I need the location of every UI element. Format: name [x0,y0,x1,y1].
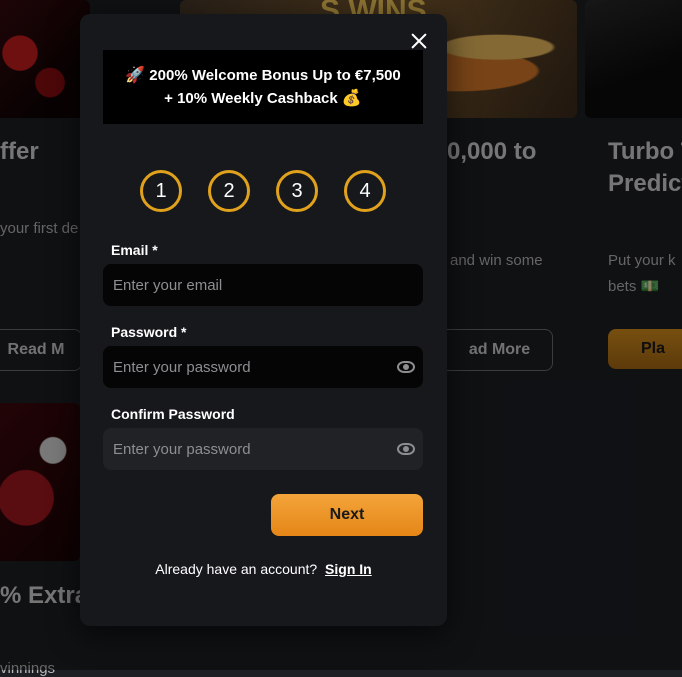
step-3: 3 [276,170,318,212]
bonus-headline: 200% Welcome Bonus Up to €7,500 [149,67,401,84]
close-icon[interactable] [410,32,428,50]
email-label: Email * [111,242,158,258]
confirm-password-field-container [103,428,423,470]
confirm-password-field[interactable] [111,439,391,459]
password-field-container [103,346,423,388]
account-prompt: Already have an account? [155,561,318,577]
sign-in-link[interactable]: Sign In [325,561,372,577]
password-label: Password * [111,324,187,340]
step-2: 2 [208,170,250,212]
show-confirm-password-eye-icon[interactable] [397,443,415,455]
step-indicator: 1 2 3 4 [140,170,386,212]
password-field[interactable] [111,357,391,377]
confirm-password-label: Confirm Password [111,406,235,422]
signin-row: Already have an account? Sign In [80,561,447,577]
show-password-eye-icon[interactable] [397,361,415,373]
signup-modal: 🚀 200% Welcome Bonus Up to €7,500 + 10% … [80,14,447,626]
bonus-banner-line-1: 🚀 200% Welcome Bonus Up to €7,500 [125,64,401,87]
bonus-banner-line-2: + 10% Weekly Cashback 💰 [164,87,362,110]
money-bag-icon: 💰 [341,90,362,107]
email-field[interactable] [111,275,415,295]
bonus-banner: 🚀 200% Welcome Bonus Up to €7,500 + 10% … [103,50,423,124]
next-button[interactable]: Next [271,494,423,536]
email-field-container [103,264,423,306]
step-1: 1 [140,170,182,212]
rocket-icon: 🚀 [125,67,146,84]
step-4: 4 [344,170,386,212]
cashback-text: + 10% Weekly Cashback [164,90,338,107]
